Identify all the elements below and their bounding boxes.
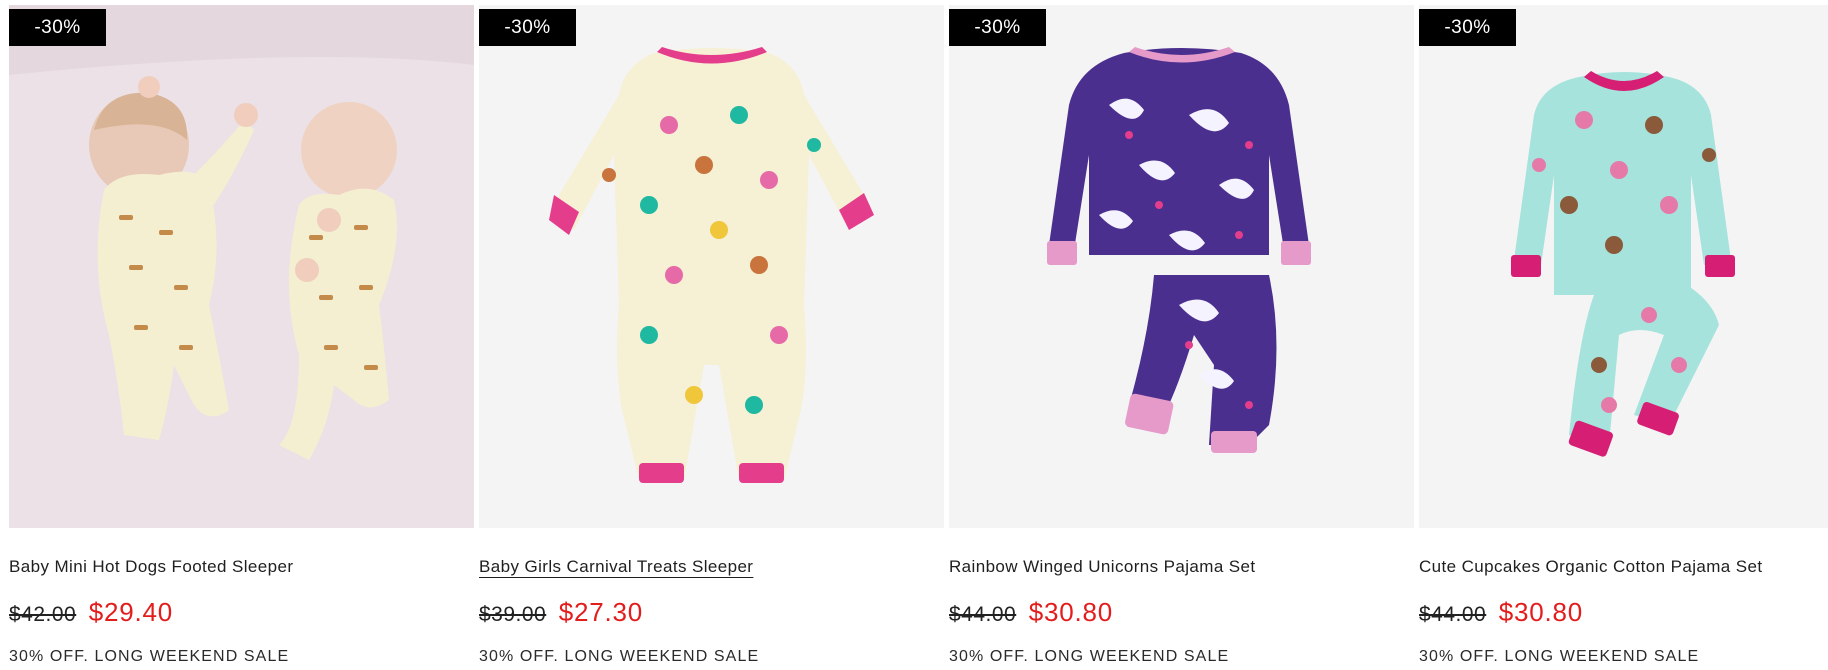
price-row: $39.00 $27.30	[479, 597, 643, 628]
promo-label: 30% OFF. LONG WEEKEND SALE	[949, 648, 1230, 665]
discount-badge: -30%	[1419, 9, 1516, 46]
promo-label: 30% OFF. LONG WEEKEND SALE	[479, 648, 760, 665]
sale-price: $30.80	[1498, 597, 1584, 627]
price-row: $44.00 $30.80	[949, 597, 1113, 628]
original-price: $44.00	[949, 603, 1017, 626]
babies-sleepers-photo	[9, 5, 474, 528]
price-row: $44.00 $30.80	[1419, 597, 1583, 628]
product-title[interactable]: Cute Cupcakes Organic Cotton Pajama Set	[1419, 557, 1763, 577]
original-price: $42.00	[9, 603, 77, 626]
product-image[interactable]: -30%	[479, 5, 944, 528]
product-title[interactable]: Baby Girls Carnival Treats Sleeper	[479, 557, 753, 577]
promo-label: 30% OFF. LONG WEEKEND SALE	[1419, 648, 1700, 665]
promo-label: 30% OFF. LONG WEEKEND SALE	[9, 648, 290, 665]
discount-badge: -30%	[479, 9, 576, 46]
original-price: $44.00	[1419, 603, 1487, 626]
sale-price: $29.40	[88, 597, 174, 627]
product-image[interactable]: -30%	[949, 5, 1414, 528]
product-card[interactable]: -30% Baby Girls Carnival Treats Sleeper …	[479, 5, 944, 670]
sale-price: $27.30	[558, 597, 644, 627]
pajama-set-photo	[949, 5, 1414, 528]
product-card[interactable]: -30% Baby Mini Hot Dogs Footed Sleeper $…	[9, 5, 474, 670]
product-image[interactable]: -30%	[1419, 5, 1828, 528]
product-grid: -30% Baby Mini Hot Dogs Footed Sleeper $…	[9, 5, 1828, 670]
price-row: $42.00 $29.40	[9, 597, 173, 628]
original-price: $39.00	[479, 603, 547, 626]
sale-price: $30.80	[1028, 597, 1114, 627]
discount-badge: -30%	[9, 9, 106, 46]
product-card[interactable]: -30% Cute Cupcakes Organic Cotton Pajama…	[1419, 5, 1828, 670]
product-title[interactable]: Rainbow Winged Unicorns Pajama Set	[949, 557, 1256, 577]
sleeper-photo	[479, 5, 944, 528]
product-card[interactable]: -30% Rainbow Winged Unicorns Pajama Set …	[949, 5, 1414, 670]
discount-badge: -30%	[949, 9, 1046, 46]
product-title[interactable]: Baby Mini Hot Dogs Footed Sleeper	[9, 557, 293, 577]
product-image[interactable]: -30%	[9, 5, 474, 528]
pajama-set-photo	[1419, 5, 1828, 528]
